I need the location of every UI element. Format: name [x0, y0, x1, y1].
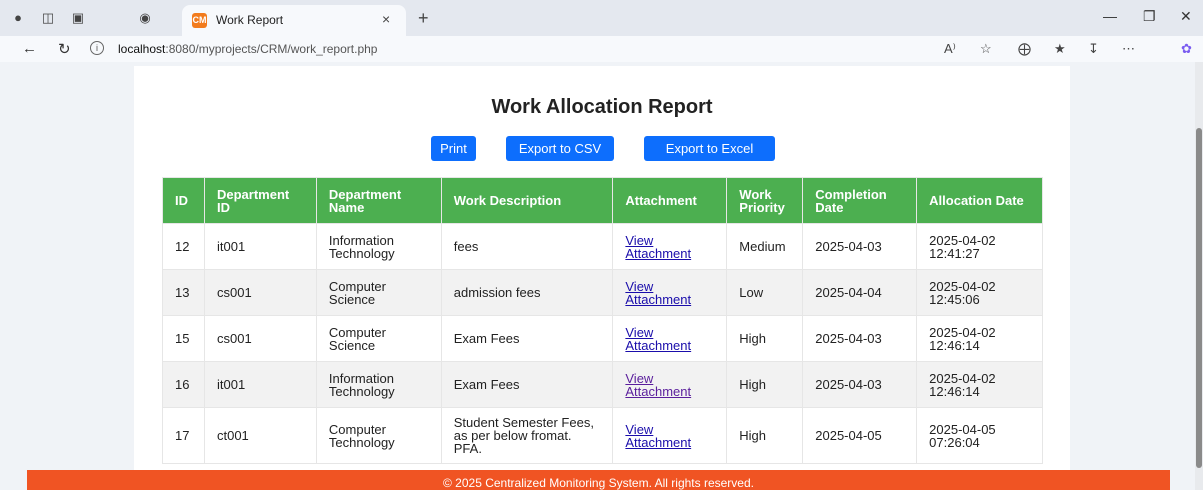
- cell-work-description: Exam Fees: [440, 315, 614, 362]
- report-container: Work Allocation Report Print Export to C…: [134, 66, 1070, 470]
- cell-department-id: ct001: [203, 407, 317, 464]
- page-title: Work Allocation Report: [491, 96, 713, 118]
- cell-department-id: it001: [203, 361, 317, 408]
- cell-id: 16: [162, 361, 205, 408]
- cell-allocation-date: 2025-04-02 12:46:14: [916, 361, 1043, 408]
- cell-work-priority: High: [726, 315, 804, 362]
- site-info-icon[interactable]: i: [90, 41, 104, 55]
- table-row: 17 ct001 Computer Technology Student Sem…: [162, 407, 1043, 464]
- cell-work-description: fees: [440, 223, 614, 270]
- favorites-icon[interactable]: ★: [1054, 41, 1066, 57]
- more-options-icon[interactable]: ⋯: [1122, 41, 1135, 57]
- cell-work-description: Student Semester Fees, as per below from…: [440, 407, 614, 464]
- read-aloud-icon[interactable]: A⁾: [944, 41, 956, 57]
- cell-work-description: Exam Fees: [440, 361, 614, 408]
- url-field[interactable]: i localhost:8080/myprojects/CRM/work_rep…: [90, 37, 1010, 60]
- cell-department-id: cs001: [203, 269, 317, 316]
- cell-department-name: Computer Technology: [315, 407, 442, 464]
- table-row: 15 cs001 Computer Science Exam Fees View…: [162, 315, 1043, 362]
- cell-work-description: admission fees: [440, 269, 614, 316]
- cell-allocation-date: 2025-04-02 12:41:27: [916, 223, 1043, 270]
- table-row: 16 it001 Information Technology Exam Fee…: [162, 361, 1043, 408]
- table-row: 12 it001 Information Technology fees Vie…: [162, 223, 1043, 270]
- cell-department-name: Information Technology: [315, 223, 442, 270]
- cell-department-name: Computer Science: [315, 269, 442, 316]
- profile-icon[interactable]: ●: [10, 10, 26, 26]
- tab-title: Work Report: [216, 13, 284, 27]
- work-allocation-table: ID Department ID Department Name Work De…: [162, 177, 1043, 464]
- cell-id: 17: [162, 407, 205, 464]
- table-header-row: ID Department ID Department Name Work De…: [162, 177, 1043, 224]
- copilot-icon[interactable]: ✿: [1181, 41, 1192, 57]
- minimize-icon[interactable]: —: [1103, 8, 1117, 24]
- extensions-icon[interactable]: ⨁: [1018, 41, 1031, 57]
- cell-department-id: cs001: [203, 315, 317, 362]
- cell-completion-date: 2025-04-03: [802, 315, 918, 362]
- view-attachment-link[interactable]: View Attachment: [625, 279, 691, 307]
- favicon-icon: CM: [192, 13, 207, 28]
- vertical-scrollbar[interactable]: [1195, 62, 1203, 490]
- cell-completion-date: 2025-04-04: [802, 269, 918, 316]
- cell-department-name: Information Technology: [315, 361, 442, 408]
- cell-completion-date: 2025-04-03: [802, 361, 918, 408]
- column-header: Department ID: [203, 177, 317, 224]
- restore-icon[interactable]: ❐: [1143, 8, 1156, 25]
- view-attachment-link[interactable]: View Attachment: [625, 325, 691, 353]
- downloads-icon[interactable]: ↧: [1088, 41, 1099, 57]
- column-header: Work Priority: [726, 177, 804, 224]
- cell-department-name: Computer Science: [315, 315, 442, 362]
- scrollbar-thumb[interactable]: [1196, 128, 1202, 468]
- column-header: Attachment: [612, 177, 728, 224]
- cell-id: 13: [162, 269, 205, 316]
- url-path: :8080/myprojects/CRM/work_report.php: [165, 42, 378, 56]
- close-window-icon[interactable]: ✕: [1180, 8, 1192, 25]
- page-footer: © 2025 Centralized Monitoring System. Al…: [27, 470, 1170, 490]
- browser-address-bar: ← ↻ i localhost:8080/myprojects/CRM/work…: [0, 36, 1203, 62]
- view-attachment-link[interactable]: View Attachment: [625, 371, 691, 399]
- cell-department-id: it001: [203, 223, 317, 270]
- url-host: localhost: [118, 42, 166, 56]
- tab-work-report[interactable]: CM Work Report ×: [182, 5, 406, 36]
- export-csv-button[interactable]: Export to CSV: [506, 136, 614, 161]
- view-attachment-link[interactable]: View Attachment: [625, 233, 691, 261]
- table-row: 13 cs001 Computer Science admission fees…: [162, 269, 1043, 316]
- cell-allocation-date: 2025-04-02 12:46:14: [916, 315, 1043, 362]
- reload-icon[interactable]: ↻: [58, 40, 71, 58]
- back-icon[interactable]: ←: [22, 40, 37, 57]
- cell-completion-date: 2025-04-03: [802, 223, 918, 270]
- close-tab-icon[interactable]: ×: [382, 11, 390, 27]
- cell-completion-date: 2025-04-05: [802, 407, 918, 464]
- cell-work-priority: High: [726, 407, 804, 464]
- cell-id: 12: [162, 223, 205, 270]
- favorite-star-icon[interactable]: ☆: [980, 41, 992, 57]
- tab-actions-icon[interactable]: ▣: [70, 10, 86, 26]
- cell-work-priority: Medium: [726, 223, 804, 270]
- export-excel-button[interactable]: Export to Excel: [644, 136, 775, 161]
- browser-tab-bar: ● ◫ ▣ ◉ CM Work Report × + — ❐ ✕: [0, 0, 1203, 36]
- view-attachment-link[interactable]: View Attachment: [625, 422, 691, 450]
- workspaces-icon[interactable]: ◫: [40, 10, 56, 26]
- column-header: Department Name: [315, 177, 442, 224]
- browser-essentials-icon[interactable]: ◉: [137, 10, 153, 26]
- column-header: Work Description: [440, 177, 614, 224]
- column-header: Completion Date: [802, 177, 918, 224]
- column-header: ID: [162, 177, 205, 224]
- cell-id: 15: [162, 315, 205, 362]
- cell-allocation-date: 2025-04-05 07:26:04: [916, 407, 1043, 464]
- column-header: Allocation Date: [916, 177, 1043, 224]
- print-button[interactable]: Print: [431, 136, 476, 161]
- cell-work-priority: High: [726, 361, 804, 408]
- new-tab-button[interactable]: +: [418, 8, 429, 29]
- cell-allocation-date: 2025-04-02 12:45:06: [916, 269, 1043, 316]
- cell-work-priority: Low: [726, 269, 804, 316]
